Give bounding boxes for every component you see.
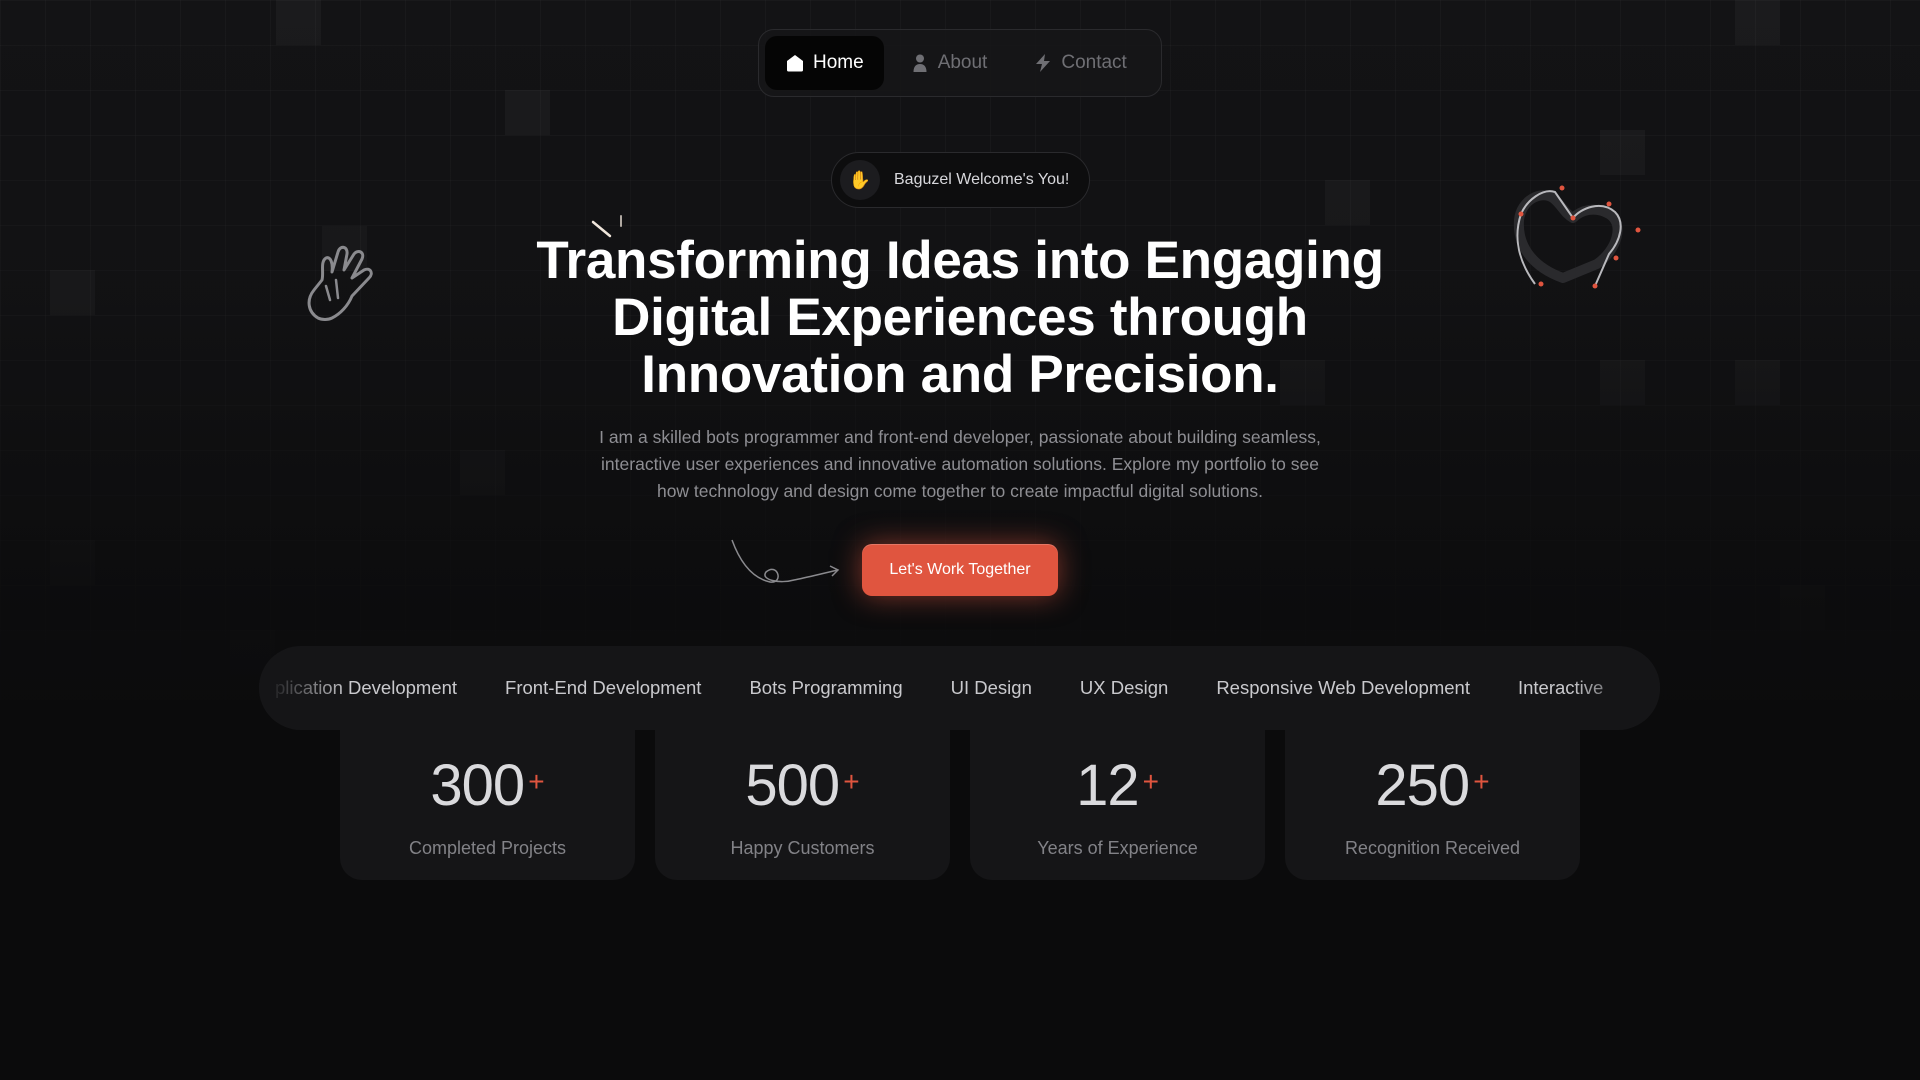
skills-track: plication Development Front-End Developm… xyxy=(259,646,1627,730)
waving-hand-icon: ✋ xyxy=(840,160,880,200)
nav-contact-label: Contact xyxy=(1061,52,1127,73)
stat-suffix: + xyxy=(843,766,860,797)
bolt-icon xyxy=(1036,54,1051,72)
hero-subtitle-line: I am a skilled bots programmer and front… xyxy=(599,427,1321,447)
skill-item: Front-End Development xyxy=(505,677,702,698)
stat-card: 12 + Years of Experience xyxy=(970,720,1265,880)
skill-item: Bots Programming xyxy=(749,677,903,698)
stat-value: 12 xyxy=(1076,753,1140,818)
stat-value: 250 xyxy=(1375,753,1470,818)
user-icon xyxy=(913,54,927,72)
skill-item: Responsive Web Development xyxy=(1216,677,1470,698)
heart-doodle-icon xyxy=(1513,185,1641,289)
stat-label: Completed Projects xyxy=(408,838,567,858)
stat-card: 500 + Happy Customers xyxy=(655,720,950,880)
skill-item: UI Design xyxy=(950,677,1032,698)
hero-title: Transforming Ideas into Engaging Digital… xyxy=(460,232,1460,403)
hand-doodle-icon xyxy=(307,245,373,321)
stat-value: 500 xyxy=(745,753,840,818)
welcome-text: Baguzel Welcome's You! xyxy=(894,171,1070,188)
skills-marquee: plication Development Front-End Developm… xyxy=(259,646,1660,730)
nav-about[interactable]: About xyxy=(890,36,1008,90)
stat-card: 300 + Completed Projects xyxy=(340,720,635,880)
work-together-button[interactable]: Let's Work Together xyxy=(862,544,1058,596)
hero-subtitle-line: interactive user experiences and innovat… xyxy=(601,454,1319,474)
strip-fade-left xyxy=(259,646,349,730)
nav-home[interactable]: Home xyxy=(765,36,884,90)
home-icon xyxy=(787,55,803,72)
stat-label: Years of Experience xyxy=(1037,838,1198,858)
nav-about-label: About xyxy=(937,52,988,73)
hero-title-line: Innovation and Precision. xyxy=(641,345,1279,404)
stat-label: Recognition Received xyxy=(1344,838,1521,858)
strip-fade-right xyxy=(1570,646,1660,730)
stat-label: Happy Customers xyxy=(730,838,875,858)
stat-suffix: + xyxy=(528,766,545,797)
stat-suffix: + xyxy=(1473,766,1490,797)
arrow-doodle-icon xyxy=(731,539,840,583)
top-nav: Home About Contact xyxy=(758,29,1162,97)
stat-suffix: + xyxy=(1142,766,1159,797)
welcome-badge: ✋ Baguzel Welcome's You! xyxy=(831,152,1091,208)
stats-row: 300 + Completed Projects 500 + Happy Custo… xyxy=(340,720,1580,880)
nav-contact[interactable]: Contact xyxy=(1013,36,1146,90)
hero-subtitle-line: how technology and design come together … xyxy=(656,481,1264,501)
stat-card: 250 + Recognition Received xyxy=(1285,720,1580,880)
stat-value: 300 xyxy=(430,753,525,818)
hero-title-line: Digital Experiences through xyxy=(612,288,1308,347)
skill-item: UX Design xyxy=(1079,677,1169,698)
hero-title-line: Transforming Ideas into Engaging xyxy=(536,231,1384,290)
hero-subtitle: I am a skilled bots programmer and front… xyxy=(560,424,1360,505)
nav-home-label: Home xyxy=(813,52,864,73)
